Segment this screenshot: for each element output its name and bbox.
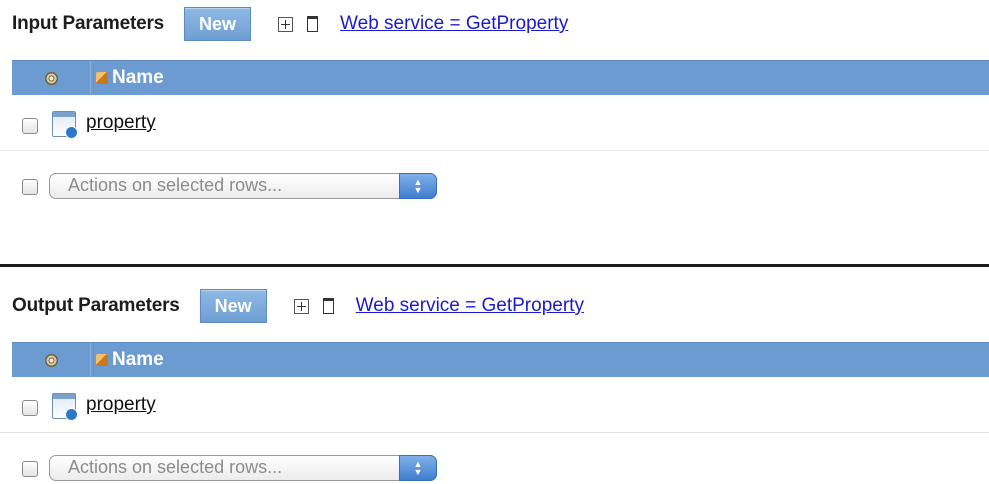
input-section-title: Input Parameters (12, 13, 165, 34)
gear-icon (44, 71, 58, 85)
collapse-all-icon[interactable] (322, 298, 334, 314)
updown-arrows-icon: ▲ ▼ (399, 455, 437, 481)
output-grid-header: Name (12, 342, 989, 377)
input-row-property-link[interactable]: property (86, 112, 156, 134)
table-row: property (0, 104, 989, 151)
input-name-column-header[interactable]: Name (96, 61, 164, 95)
input-toolbar: Input Parameters New Web service = GetPr… (12, 7, 568, 41)
gear-icon (44, 353, 58, 367)
cube-icon (96, 72, 108, 84)
input-actions-bar: Actions on selected rows... ▲ ▼ (0, 170, 989, 202)
input-actions-select[interactable]: Actions on selected rows... ▲ ▼ (49, 173, 437, 199)
expand-all-icon[interactable] (278, 16, 294, 32)
input-web-service-link[interactable]: Web service = GetProperty (340, 13, 568, 35)
expand-all-icon[interactable] (293, 298, 309, 314)
input-new-button[interactable]: New (184, 7, 252, 41)
output-actions-select[interactable]: Actions on selected rows... ▲ ▼ (49, 455, 437, 481)
input-grid-settings[interactable] (12, 61, 91, 95)
output-toolbar: Output Parameters New Web service = GetP… (12, 289, 584, 323)
select-all-checkbox[interactable] (22, 461, 38, 477)
actions-select-value: Actions on selected rows... (68, 175, 283, 195)
table-row: property (0, 386, 989, 433)
actions-select-value: Actions on selected rows... (68, 457, 283, 477)
input-grid-header: Name (12, 60, 989, 95)
input-name-header-label: Name (112, 67, 164, 88)
output-new-button[interactable]: New (199, 289, 267, 323)
collapse-all-icon[interactable] (307, 16, 319, 32)
web-parameter-icon (52, 393, 78, 421)
select-all-checkbox[interactable] (22, 179, 38, 195)
output-web-service-link[interactable]: Web service = GetProperty (356, 295, 584, 317)
output-row-property-link[interactable]: property (86, 394, 156, 416)
output-actions-bar: Actions on selected rows... ▲ ▼ (0, 452, 989, 484)
row-select-checkbox[interactable] (22, 118, 38, 134)
output-name-column-header[interactable]: Name (96, 343, 164, 377)
updown-arrows-icon: ▲ ▼ (399, 173, 437, 199)
output-grid-settings[interactable] (12, 343, 91, 377)
row-select-checkbox[interactable] (22, 400, 38, 416)
cube-icon (96, 354, 108, 366)
output-section-title: Output Parameters (12, 295, 180, 316)
web-parameter-icon (52, 111, 78, 139)
output-name-header-label: Name (112, 349, 164, 370)
section-divider (0, 264, 989, 267)
